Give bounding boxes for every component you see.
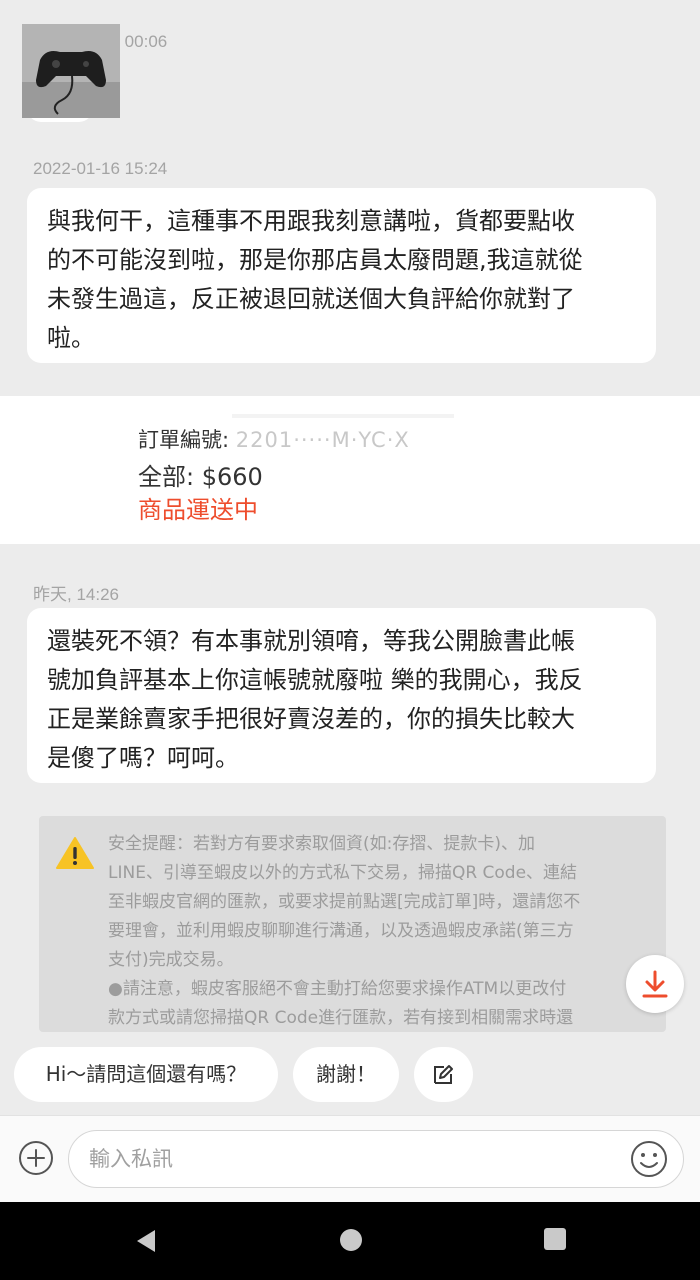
message-text: 號加負評基本上你這帳號就廢啦 樂的我開心，我反 (47, 666, 583, 694)
safety-notice: 安全提醒：若對方有要求索取個資(如:存摺、提款卡)、加 LINE、引導至蝦皮以外… (39, 816, 666, 1032)
order-total: 全部: $660 (138, 463, 263, 491)
emoji-icon[interactable] (630, 1140, 668, 1178)
message-text: 與我何干，這種事不用跟我刻意講啦，貨都要點收 (47, 207, 575, 235)
order-number-label: 訂單編號: (138, 428, 230, 452)
message-text: 還裝死不領？有本事就別領唷，等我公開臉書此帳 (47, 627, 575, 655)
masked-area (232, 414, 454, 418)
safety-notice-line: 支付)完成交易。 (108, 950, 234, 970)
safety-notice-line: 安全提醒：若對方有要求索取個資(如:存摺、提款卡)、加 (108, 834, 535, 854)
message-text: 正是業餘賣家手把很好賣沒差的，你的損失比較大 (47, 705, 575, 733)
message-bubble: 還裝死不領？有本事就別領唷，等我公開臉書此帳 號加負評基本上你這帳號就廢啦 樂的… (27, 608, 656, 783)
order-thumbnail (22, 24, 120, 118)
edit-icon (434, 1065, 453, 1084)
order-card[interactable] (0, 396, 700, 544)
arrow-down-icon (642, 970, 668, 998)
message-timestamp: 昨天, 14:26 (33, 585, 119, 604)
warning-triangle-icon (56, 837, 94, 869)
safety-notice-line: 至非蝦皮官網的匯款，或要求提前點選[完成訂單]時，還請您不 (108, 892, 581, 912)
message-text: 的不可能沒到啦，那是你那店員太廢問題,我這就從 (47, 246, 583, 274)
quick-reply-button[interactable]: Hi～請問這個還有嗎？ (14, 1047, 278, 1102)
message-text: 是傻了嗎？呵呵。 (47, 744, 239, 772)
message-text: 啦。 (47, 324, 95, 352)
order-number-value: 2201·····M·YC·X (235, 428, 410, 452)
gamepad-controller-photo (22, 24, 120, 118)
quick-reply-button[interactable]: 謝謝！ (293, 1047, 399, 1102)
order-number: 訂單編號: 2201·····M·YC·X (138, 424, 410, 454)
message-text: 未發生過這，反正被退回就送個大負評給你就對了 (47, 285, 575, 313)
safety-notice-line: LINE、引導至蝦皮以外的方式私下交易，掃描QR Code、連結 (108, 863, 578, 883)
safety-notice-text: 安全提醒：若對方有要求索取個資(如:存摺、提款卡)、加 LINE、引導至蝦皮以外… (108, 830, 656, 1032)
message-timestamp: 2022-01-16 15:24 (33, 159, 168, 178)
edit-quick-replies-button[interactable] (414, 1047, 473, 1102)
message-input[interactable] (68, 1130, 684, 1188)
safety-notice-line: 款方式或請您掃描QR Code進行匯款，若有接到相關需求時還 (108, 1008, 574, 1028)
message-bubble: 與我何干，這種事不用跟我刻意講啦，貨都要點收 的不可能沒到啦，那是你那店員太廢問… (27, 188, 656, 363)
recent-apps-icon[interactable] (544, 1228, 566, 1250)
safety-notice-line: ●請注意，蝦皮客服絕不會主動打給您要求操作ATM以更改付 (108, 979, 567, 999)
order-status: 商品運送中 (138, 496, 258, 524)
home-icon[interactable] (340, 1229, 362, 1251)
back-icon[interactable] (133, 1228, 157, 1254)
add-attachment-icon[interactable] (18, 1140, 54, 1176)
safety-notice-line: 要理會，並利用蝦皮聊聊進行溝通，以及透過蝦皮承諾(第三方 (108, 921, 574, 941)
scroll-to-bottom-button[interactable] (626, 955, 684, 1013)
